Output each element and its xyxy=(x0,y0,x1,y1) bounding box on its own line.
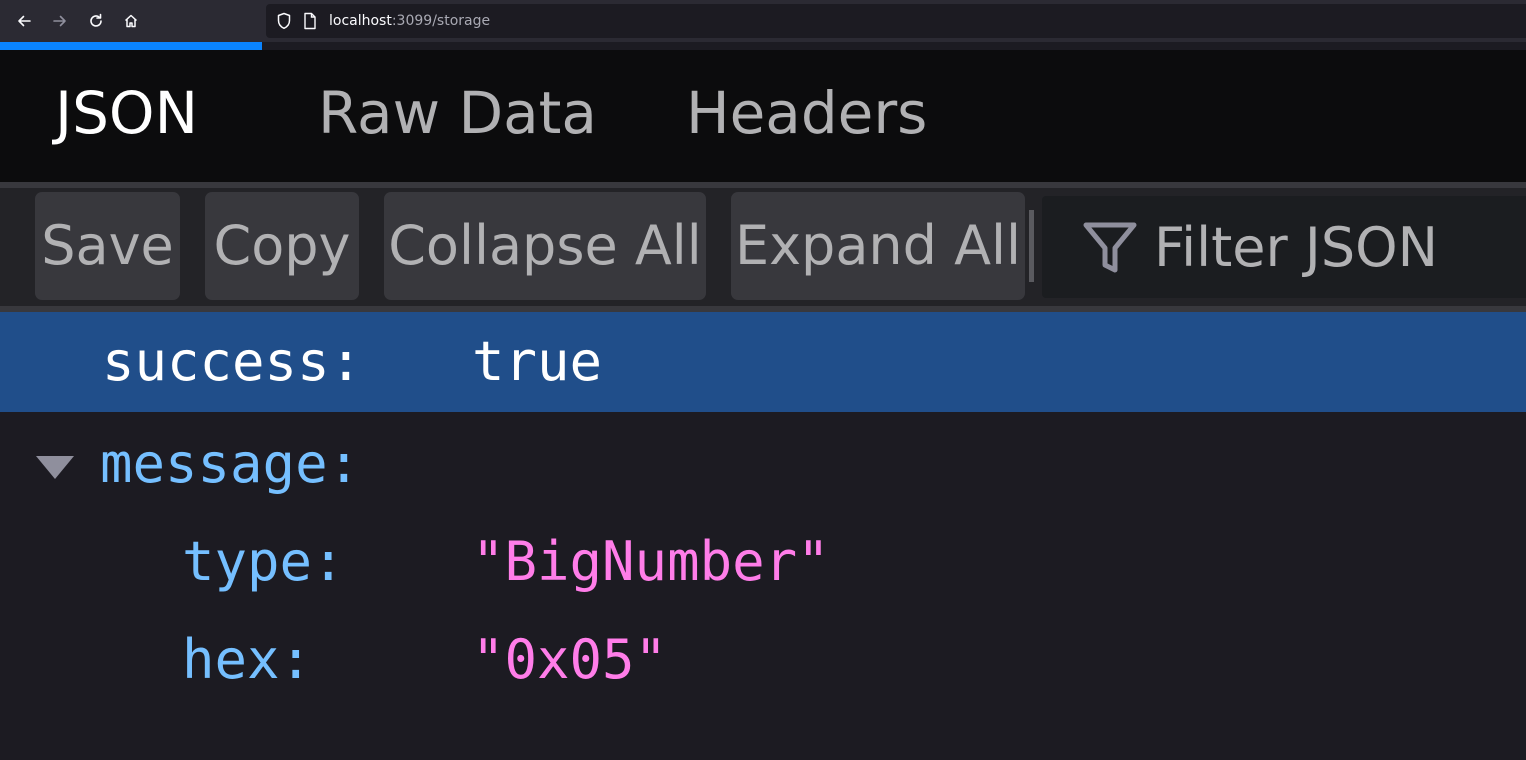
page-load-progress-bar xyxy=(0,42,262,50)
json-key: type: xyxy=(182,530,345,593)
url-bar[interactable]: localhost:3099/storage xyxy=(266,4,1526,38)
filter-json-input[interactable] xyxy=(1154,216,1526,278)
json-key: hex: xyxy=(182,628,313,691)
json-key: message: xyxy=(100,432,361,495)
json-value: true xyxy=(472,330,603,393)
toolbar-separator xyxy=(1029,210,1034,282)
page-icon xyxy=(303,12,317,35)
tree-row-type[interactable]: type: "BigNumber" xyxy=(0,512,1526,612)
back-icon[interactable] xyxy=(9,6,39,36)
filter-icon xyxy=(1082,220,1138,281)
url-text[interactable]: localhost:3099/storage xyxy=(329,12,490,30)
copy-button[interactable]: Copy xyxy=(205,192,359,300)
filter-box[interactable] xyxy=(1042,196,1526,298)
forward-icon[interactable] xyxy=(45,6,75,36)
json-key: success: xyxy=(102,330,363,393)
shield-icon[interactable] xyxy=(276,12,292,35)
reload-icon[interactable] xyxy=(81,6,111,36)
url-host: localhost xyxy=(329,13,392,29)
home-icon[interactable] xyxy=(116,6,146,36)
json-toolbar: Save Copy Collapse All Expand All xyxy=(0,188,1526,306)
json-value: "BigNumber" xyxy=(472,530,830,593)
tree-row-success[interactable]: success: true xyxy=(0,312,1526,412)
viewer-tabs: JSON Raw Data Headers xyxy=(0,50,1526,182)
tree-row-message[interactable]: message: xyxy=(0,414,1526,514)
tab-headers[interactable]: Headers xyxy=(686,80,927,146)
expand-all-button[interactable]: Expand All xyxy=(731,192,1025,300)
url-path: :3099/storage xyxy=(391,13,491,29)
collapse-all-button[interactable]: Collapse All xyxy=(384,192,706,300)
json-value: "0x05" xyxy=(472,628,668,691)
expand-toggle-icon[interactable] xyxy=(36,456,74,479)
tree-row-hex[interactable]: hex: "0x05" xyxy=(0,610,1526,710)
save-button[interactable]: Save xyxy=(35,192,180,300)
browser-toolbar: localhost:3099/storage xyxy=(0,0,1526,42)
tab-json[interactable]: JSON xyxy=(55,80,198,146)
tab-raw-data[interactable]: Raw Data xyxy=(318,80,597,146)
json-tree: success: true message: type: "BigNumber"… xyxy=(0,312,1526,760)
